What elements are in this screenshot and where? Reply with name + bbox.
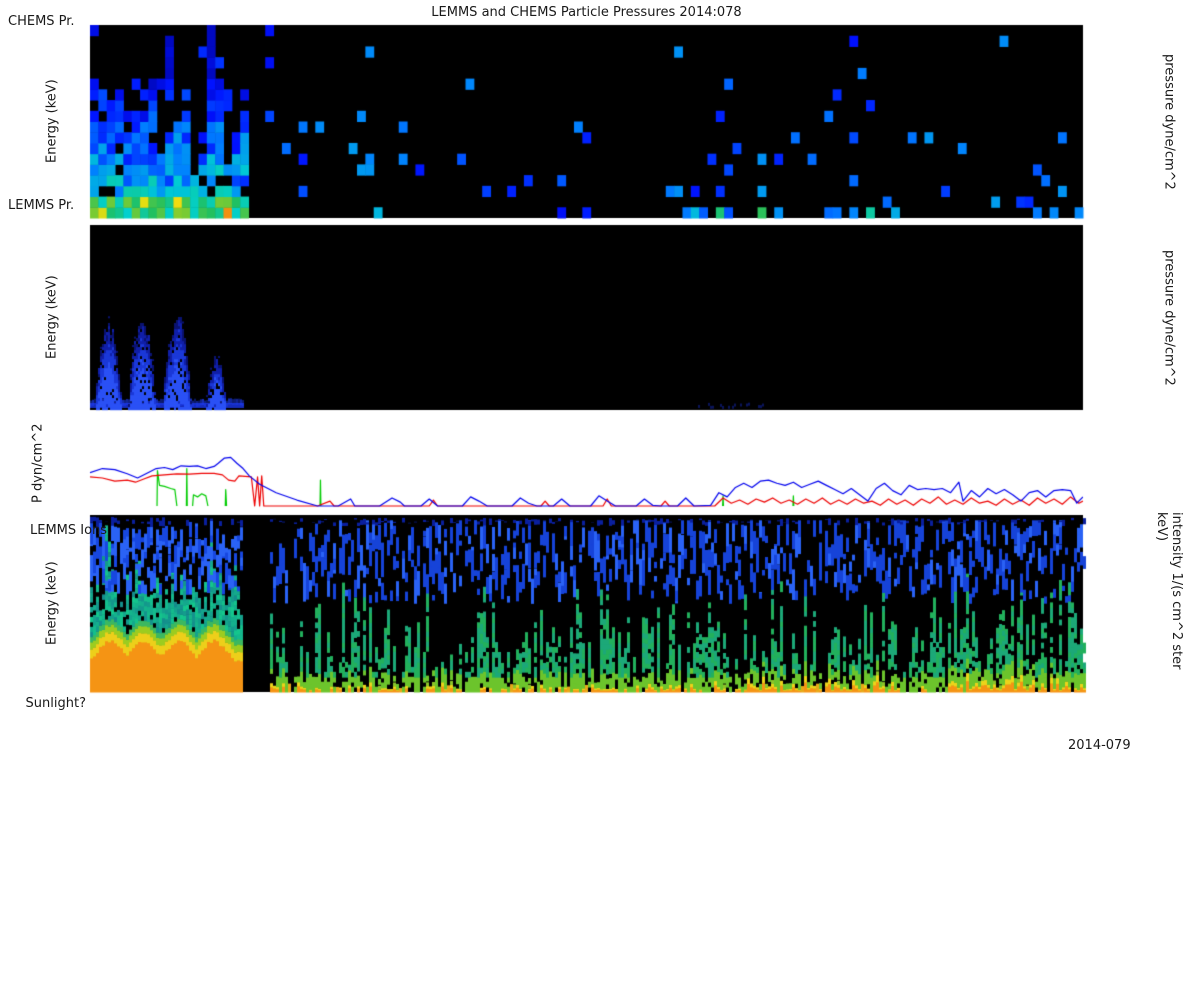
- sunlight-label: Sunlight?: [25, 696, 86, 711]
- plot-page: LEMMS and CHEMS Particle Pressures 2014:…: [0, 0, 1200, 1000]
- ions-panel-label: LEMMS Ions: [30, 523, 108, 538]
- lemms-panel-label: LEMMS Pr.: [8, 198, 75, 213]
- p4-y-axis-label: Energy (keV): [44, 561, 60, 646]
- page-title: LEMMS and CHEMS Particle Pressures 2014:…: [431, 5, 742, 20]
- p2-y-axis-label: Energy (keV): [44, 275, 60, 360]
- chems-panel-label: CHEMS Pr.: [8, 14, 75, 29]
- plot-canvas: [0, 0, 1200, 1000]
- p1-y-axis-label: Energy (keV): [44, 79, 60, 164]
- cbar2-label: pressure dyne/cm^2: [1161, 249, 1177, 386]
- p3-y-axis-label: P dyn/cm^2: [30, 423, 46, 503]
- next-day-label: 2014-079: [1068, 738, 1131, 753]
- cbar1-label: pressure dyne/cm^2: [1161, 53, 1177, 190]
- cbar4-label: intensity 1/(s cm^2 ster keV): [1154, 512, 1184, 670]
